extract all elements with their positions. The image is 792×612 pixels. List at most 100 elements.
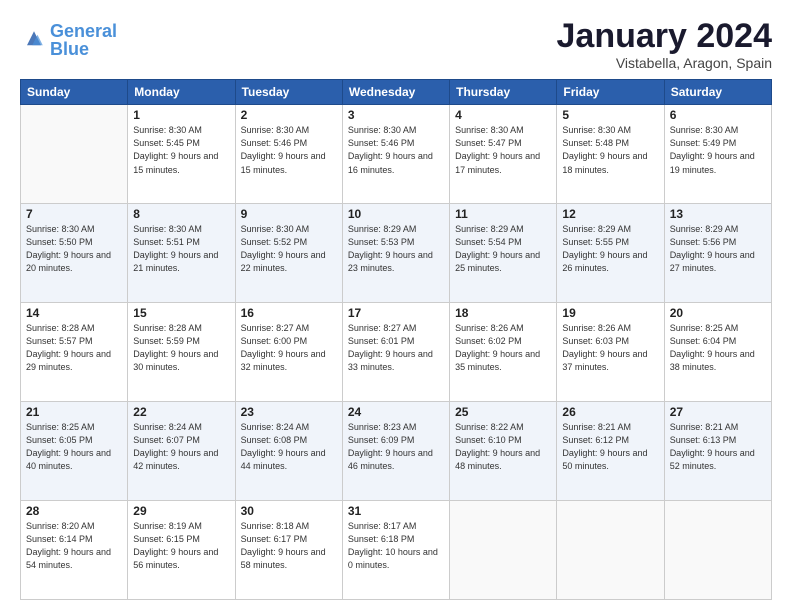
logo-icon xyxy=(20,26,48,54)
day-number: 23 xyxy=(241,405,337,419)
day-number: 25 xyxy=(455,405,551,419)
day-number: 13 xyxy=(670,207,766,221)
calendar-cell: 1Sunrise: 8:30 AMSunset: 5:45 PMDaylight… xyxy=(128,105,235,204)
logo-blue: Blue xyxy=(50,39,89,59)
calendar-cell: 23 Sunrise: 8:24 AMSunset: 6:08 PMDayligh… xyxy=(235,402,342,501)
calendar-cell: 6 Sunrise: 8:30 AMSunset: 5:49 PMDaylight… xyxy=(664,105,771,204)
page: General Blue January 2024 Vistabella, Ar… xyxy=(0,0,792,612)
day-number: 30 xyxy=(241,504,337,518)
calendar-cell: 24 Sunrise: 8:23 AMSunset: 6:09 PMDayligh… xyxy=(342,402,449,501)
day-info: Sunrise: 8:26 AMSunset: 6:02 PMDaylight:… xyxy=(455,322,551,374)
day-info: Sunrise: 8:28 AMSunset: 5:59 PMDaylight:… xyxy=(133,322,229,374)
calendar-cell: 13 Sunrise: 8:29 AMSunset: 5:56 PMDayligh… xyxy=(664,204,771,303)
calendar-cell: 5Sunrise: 8:30 AMSunset: 5:48 PMDaylight… xyxy=(557,105,664,204)
week-row-4: 21 Sunrise: 8:25 AMSunset: 6:05 PMDayligh… xyxy=(21,402,772,501)
day-number: 24 xyxy=(348,405,444,419)
calendar-cell xyxy=(664,501,771,600)
calendar-cell: 18 Sunrise: 8:26 AMSunset: 6:02 PMDayligh… xyxy=(450,303,557,402)
calendar-cell: 29 Sunrise: 8:19 AMSunset: 6:15 PMDayligh… xyxy=(128,501,235,600)
calendar-cell: 14 Sunrise: 8:28 AMSunset: 5:57 PMDayligh… xyxy=(21,303,128,402)
day-info: Sunrise: 8:30 AMSunset: 5:48 PMDaylight:… xyxy=(562,124,658,176)
day-number: 17 xyxy=(348,306,444,320)
calendar-cell: 17 Sunrise: 8:27 AMSunset: 6:01 PMDayligh… xyxy=(342,303,449,402)
day-info: Sunrise: 8:30 AMSunset: 5:47 PMDaylight:… xyxy=(455,124,551,176)
day-info: Sunrise: 8:24 AMSunset: 6:07 PMDaylight:… xyxy=(133,421,229,473)
weekday-header-saturday: Saturday xyxy=(664,80,771,105)
day-info: Sunrise: 8:20 AMSunset: 6:14 PMDaylight:… xyxy=(26,520,122,572)
day-info: Sunrise: 8:30 AMSunset: 5:52 PMDaylight:… xyxy=(241,223,337,275)
weekday-header-monday: Monday xyxy=(128,80,235,105)
weekday-header-tuesday: Tuesday xyxy=(235,80,342,105)
day-number: 1 xyxy=(133,108,229,122)
logo: General Blue xyxy=(20,22,117,58)
calendar-cell: 25 Sunrise: 8:22 AMSunset: 6:10 PMDayligh… xyxy=(450,402,557,501)
calendar-cell: 11 Sunrise: 8:29 AMSunset: 5:54 PMDayligh… xyxy=(450,204,557,303)
day-number: 19 xyxy=(562,306,658,320)
week-row-2: 7Sunrise: 8:30 AMSunset: 5:50 PMDaylight… xyxy=(21,204,772,303)
day-info: Sunrise: 8:30 AMSunset: 5:49 PMDaylight:… xyxy=(670,124,766,176)
day-info: Sunrise: 8:18 AMSunset: 6:17 PMDaylight:… xyxy=(241,520,337,572)
weekday-header-thursday: Thursday xyxy=(450,80,557,105)
day-info: Sunrise: 8:30 AMSunset: 5:46 PMDaylight:… xyxy=(241,124,337,176)
day-number: 11 xyxy=(455,207,551,221)
location-subtitle: Vistabella, Aragon, Spain xyxy=(557,55,773,71)
day-number: 28 xyxy=(26,504,122,518)
day-info: Sunrise: 8:25 AMSunset: 6:05 PMDaylight:… xyxy=(26,421,122,473)
day-info: Sunrise: 8:19 AMSunset: 6:15 PMDaylight:… xyxy=(133,520,229,572)
day-info: Sunrise: 8:24 AMSunset: 6:08 PMDaylight:… xyxy=(241,421,337,473)
calendar-table: SundayMondayTuesdayWednesdayThursdayFrid… xyxy=(20,79,772,600)
day-info: Sunrise: 8:29 AMSunset: 5:56 PMDaylight:… xyxy=(670,223,766,275)
calendar-cell: 16Sunrise: 8:27 AMSunset: 6:00 PMDayligh… xyxy=(235,303,342,402)
day-number: 8 xyxy=(133,207,229,221)
title-block: January 2024 Vistabella, Aragon, Spain xyxy=(557,18,773,71)
day-number: 14 xyxy=(26,306,122,320)
calendar-cell: 10 Sunrise: 8:29 AMSunset: 5:53 PMDayligh… xyxy=(342,204,449,303)
day-number: 29 xyxy=(133,504,229,518)
calendar-cell: 26Sunrise: 8:21 AMSunset: 6:12 PMDayligh… xyxy=(557,402,664,501)
calendar-cell: 15 Sunrise: 8:28 AMSunset: 5:59 PMDayligh… xyxy=(128,303,235,402)
day-number: 18 xyxy=(455,306,551,320)
calendar-cell xyxy=(557,501,664,600)
calendar-cell xyxy=(21,105,128,204)
day-number: 6 xyxy=(670,108,766,122)
day-info: Sunrise: 8:28 AMSunset: 5:57 PMDaylight:… xyxy=(26,322,122,374)
day-info: Sunrise: 8:30 AMSunset: 5:46 PMDaylight:… xyxy=(348,124,444,176)
day-info: Sunrise: 8:22 AMSunset: 6:10 PMDaylight:… xyxy=(455,421,551,473)
week-row-1: 1Sunrise: 8:30 AMSunset: 5:45 PMDaylight… xyxy=(21,105,772,204)
week-row-5: 28 Sunrise: 8:20 AMSunset: 6:14 PMDayligh… xyxy=(21,501,772,600)
day-number: 10 xyxy=(348,207,444,221)
day-info: Sunrise: 8:21 AMSunset: 6:13 PMDaylight:… xyxy=(670,421,766,473)
day-info: Sunrise: 8:29 AMSunset: 5:55 PMDaylight:… xyxy=(562,223,658,275)
calendar-cell: 4Sunrise: 8:30 AMSunset: 5:47 PMDaylight… xyxy=(450,105,557,204)
calendar-cell: 31Sunrise: 8:17 AMSunset: 6:18 PMDayligh… xyxy=(342,501,449,600)
day-info: Sunrise: 8:29 AMSunset: 5:54 PMDaylight:… xyxy=(455,223,551,275)
calendar-cell: 27Sunrise: 8:21 AMSunset: 6:13 PMDayligh… xyxy=(664,402,771,501)
day-number: 7 xyxy=(26,207,122,221)
day-number: 2 xyxy=(241,108,337,122)
calendar-cell: 3Sunrise: 8:30 AMSunset: 5:46 PMDaylight… xyxy=(342,105,449,204)
day-number: 22 xyxy=(133,405,229,419)
month-title: January 2024 xyxy=(557,18,773,55)
calendar-cell xyxy=(450,501,557,600)
weekday-header-wednesday: Wednesday xyxy=(342,80,449,105)
day-number: 15 xyxy=(133,306,229,320)
calendar-cell: 2 Sunrise: 8:30 AMSunset: 5:46 PMDaylight… xyxy=(235,105,342,204)
calendar-cell: 12 Sunrise: 8:29 AMSunset: 5:55 PMDayligh… xyxy=(557,204,664,303)
calendar-cell: 28 Sunrise: 8:20 AMSunset: 6:14 PMDayligh… xyxy=(21,501,128,600)
day-info: Sunrise: 8:25 AMSunset: 6:04 PMDaylight:… xyxy=(670,322,766,374)
day-number: 20 xyxy=(670,306,766,320)
logo-text: General Blue xyxy=(50,22,117,58)
logo-general: General xyxy=(50,21,117,41)
calendar-cell: 30 Sunrise: 8:18 AMSunset: 6:17 PMDayligh… xyxy=(235,501,342,600)
day-number: 12 xyxy=(562,207,658,221)
day-number: 16 xyxy=(241,306,337,320)
day-info: Sunrise: 8:17 AMSunset: 6:18 PMDaylight:… xyxy=(348,520,444,572)
calendar-cell: 20 Sunrise: 8:25 AMSunset: 6:04 PMDayligh… xyxy=(664,303,771,402)
day-number: 21 xyxy=(26,405,122,419)
day-info: Sunrise: 8:29 AMSunset: 5:53 PMDaylight:… xyxy=(348,223,444,275)
day-info: Sunrise: 8:27 AMSunset: 6:01 PMDaylight:… xyxy=(348,322,444,374)
day-info: Sunrise: 8:23 AMSunset: 6:09 PMDaylight:… xyxy=(348,421,444,473)
day-info: Sunrise: 8:30 AMSunset: 5:51 PMDaylight:… xyxy=(133,223,229,275)
calendar-cell: 22 Sunrise: 8:24 AMSunset: 6:07 PMDayligh… xyxy=(128,402,235,501)
calendar-cell: 7Sunrise: 8:30 AMSunset: 5:50 PMDaylight… xyxy=(21,204,128,303)
